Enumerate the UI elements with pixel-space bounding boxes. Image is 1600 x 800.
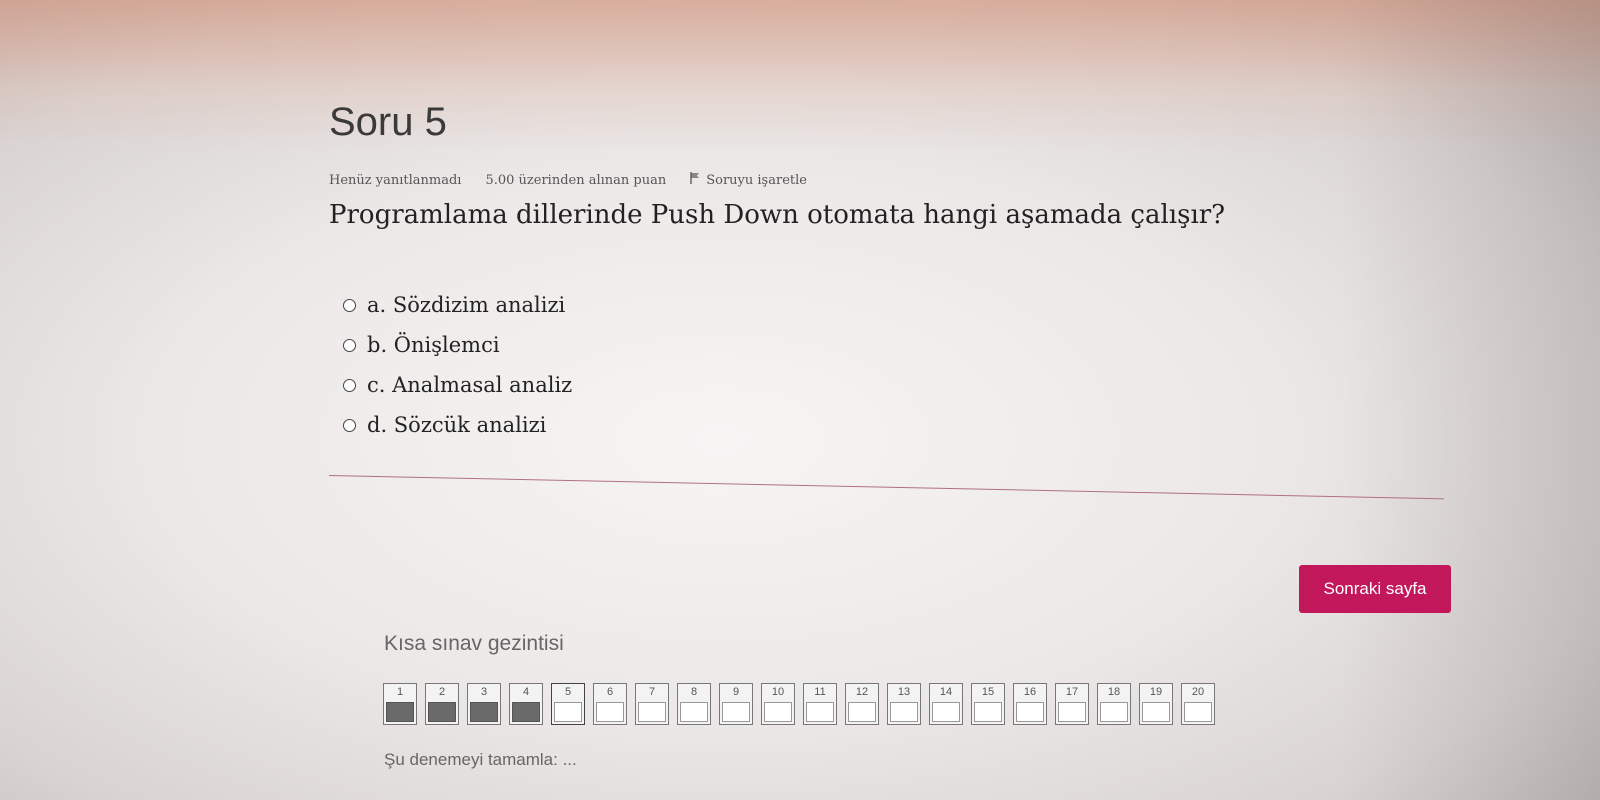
quiz-nav-status xyxy=(1142,702,1170,722)
quiz-nav-button[interactable]: 18 xyxy=(1097,683,1131,725)
quiz-nav-status xyxy=(764,702,792,722)
quiz-nav-status xyxy=(596,702,624,722)
quiz-nav-status xyxy=(470,702,498,722)
quiz-nav-button[interactable]: 16 xyxy=(1013,683,1047,725)
quiz-nav-button[interactable]: 10 xyxy=(761,683,795,725)
radio-button[interactable] xyxy=(343,298,356,312)
quiz-nav-button[interactable]: 11 xyxy=(803,683,837,725)
quiz-nav-number: 9 xyxy=(732,686,740,698)
quiz-nav-button[interactable]: 15 xyxy=(971,683,1005,725)
quiz-nav-number: 3 xyxy=(480,686,488,698)
quiz-nav-number: 11 xyxy=(814,686,826,698)
flag-question-label: Soruyu işaretle xyxy=(706,172,807,188)
quiz-nav-status xyxy=(974,702,1002,722)
quiz-nav-status xyxy=(806,702,834,722)
answer-option-a[interactable]: a. Sözdizim analizi xyxy=(343,285,572,325)
question-text: Programlama dillerinde Push Down otomata… xyxy=(329,200,1226,230)
quiz-nav-status xyxy=(1058,702,1086,722)
quiz-nav-number: 13 xyxy=(897,686,911,698)
radio-button[interactable] xyxy=(343,418,356,432)
quiz-nav-number: 8 xyxy=(690,686,698,698)
quiz-nav-button[interactable]: 14 xyxy=(929,683,963,725)
quiz-navigation-grid: 1 2 3 4 5 6 7 8 9 10 11 12 13 14 15 16 17 18 19 20 xyxy=(383,683,1215,725)
answer-option-b[interactable]: b. Önişlemci xyxy=(343,325,572,365)
radio-button[interactable] xyxy=(343,378,356,392)
quiz-nav-status xyxy=(1100,702,1128,722)
finish-attempt-link[interactable]: Şu denemeyi tamamla: ... xyxy=(384,750,577,770)
quiz-nav-number: 4 xyxy=(522,686,530,698)
question-info: Henüz yanıtlanmadı 5.00 üzerinden alınan… xyxy=(329,172,807,188)
flag-icon xyxy=(690,172,700,188)
divider xyxy=(328,475,1444,500)
quiz-nav-status xyxy=(722,702,750,722)
quiz-nav-button[interactable]: 17 xyxy=(1055,683,1089,725)
quiz-nav-button[interactable]: 13 xyxy=(887,683,921,725)
quiz-nav-number: 20 xyxy=(1191,686,1205,698)
quiz-nav-button[interactable]: 3 xyxy=(467,683,501,725)
quiz-nav-number: 2 xyxy=(438,686,446,698)
radio-button[interactable] xyxy=(343,338,356,352)
quiz-nav-number: 15 xyxy=(981,686,995,698)
question-points: 5.00 üzerinden alınan puan xyxy=(485,172,667,188)
quiz-nav-number: 18 xyxy=(1107,686,1121,698)
quiz-nav-status xyxy=(848,702,876,722)
quiz-nav-number: 6 xyxy=(606,686,614,698)
screen-shade xyxy=(1340,0,1600,800)
quiz-nav-button[interactable]: 20 xyxy=(1181,683,1215,725)
quiz-nav-number: 7 xyxy=(648,686,656,698)
quiz-nav-button[interactable]: 12 xyxy=(845,683,879,725)
answer-label: b. Önişlemci xyxy=(367,333,500,357)
quiz-nav-status xyxy=(386,702,414,722)
quiz-navigation-title: Kısa sınav gezintisi xyxy=(384,632,564,655)
quiz-nav-number: 17 xyxy=(1065,686,1079,698)
quiz-nav-status xyxy=(932,702,960,722)
quiz-nav-status xyxy=(428,702,456,722)
quiz-nav-button[interactable]: 8 xyxy=(677,683,711,725)
quiz-nav-status xyxy=(1184,702,1212,722)
quiz-nav-button[interactable]: 9 xyxy=(719,683,753,725)
quiz-nav-status xyxy=(638,702,666,722)
quiz-nav-button[interactable]: 5 xyxy=(551,683,585,725)
quiz-nav-number: 1 xyxy=(396,686,404,698)
answer-list: a. Sözdizim analizi b. Önişlemci c. Anal… xyxy=(343,285,572,445)
quiz-nav-number: 10 xyxy=(771,686,785,698)
flag-question-link[interactable]: Soruyu işaretle xyxy=(690,172,807,188)
quiz-nav-button[interactable]: 2 xyxy=(425,683,459,725)
quiz-nav-status xyxy=(680,702,708,722)
next-page-button[interactable]: Sonraki sayfa xyxy=(1299,565,1451,613)
quiz-nav-number: 16 xyxy=(1023,686,1037,698)
question-status: Henüz yanıtlanmadı xyxy=(329,172,462,188)
quiz-nav-status xyxy=(890,702,918,722)
quiz-nav-status xyxy=(1016,702,1044,722)
quiz-nav-status xyxy=(512,702,540,722)
screen-glare xyxy=(0,0,1600,150)
quiz-nav-button[interactable]: 1 xyxy=(383,683,417,725)
answer-label: d. Sözcük analizi xyxy=(367,413,547,437)
quiz-nav-button[interactable]: 19 xyxy=(1139,683,1173,725)
answer-option-d[interactable]: d. Sözcük analizi xyxy=(343,405,572,445)
quiz-nav-number: 14 xyxy=(939,686,953,698)
quiz-nav-button[interactable]: 7 xyxy=(635,683,669,725)
answer-label: c. Analmasal analiz xyxy=(367,373,573,397)
quiz-nav-button[interactable]: 4 xyxy=(509,683,543,725)
quiz-nav-status xyxy=(554,702,582,722)
question-title: Soru 5 xyxy=(329,100,447,144)
quiz-nav-number: 19 xyxy=(1149,686,1163,698)
quiz-nav-number: 5 xyxy=(564,686,572,698)
answer-option-c[interactable]: c. Analmasal analiz xyxy=(343,365,572,405)
quiz-nav-button[interactable]: 6 xyxy=(593,683,627,725)
answer-label: a. Sözdizim analizi xyxy=(367,293,566,317)
quiz-nav-number: 12 xyxy=(855,686,869,698)
